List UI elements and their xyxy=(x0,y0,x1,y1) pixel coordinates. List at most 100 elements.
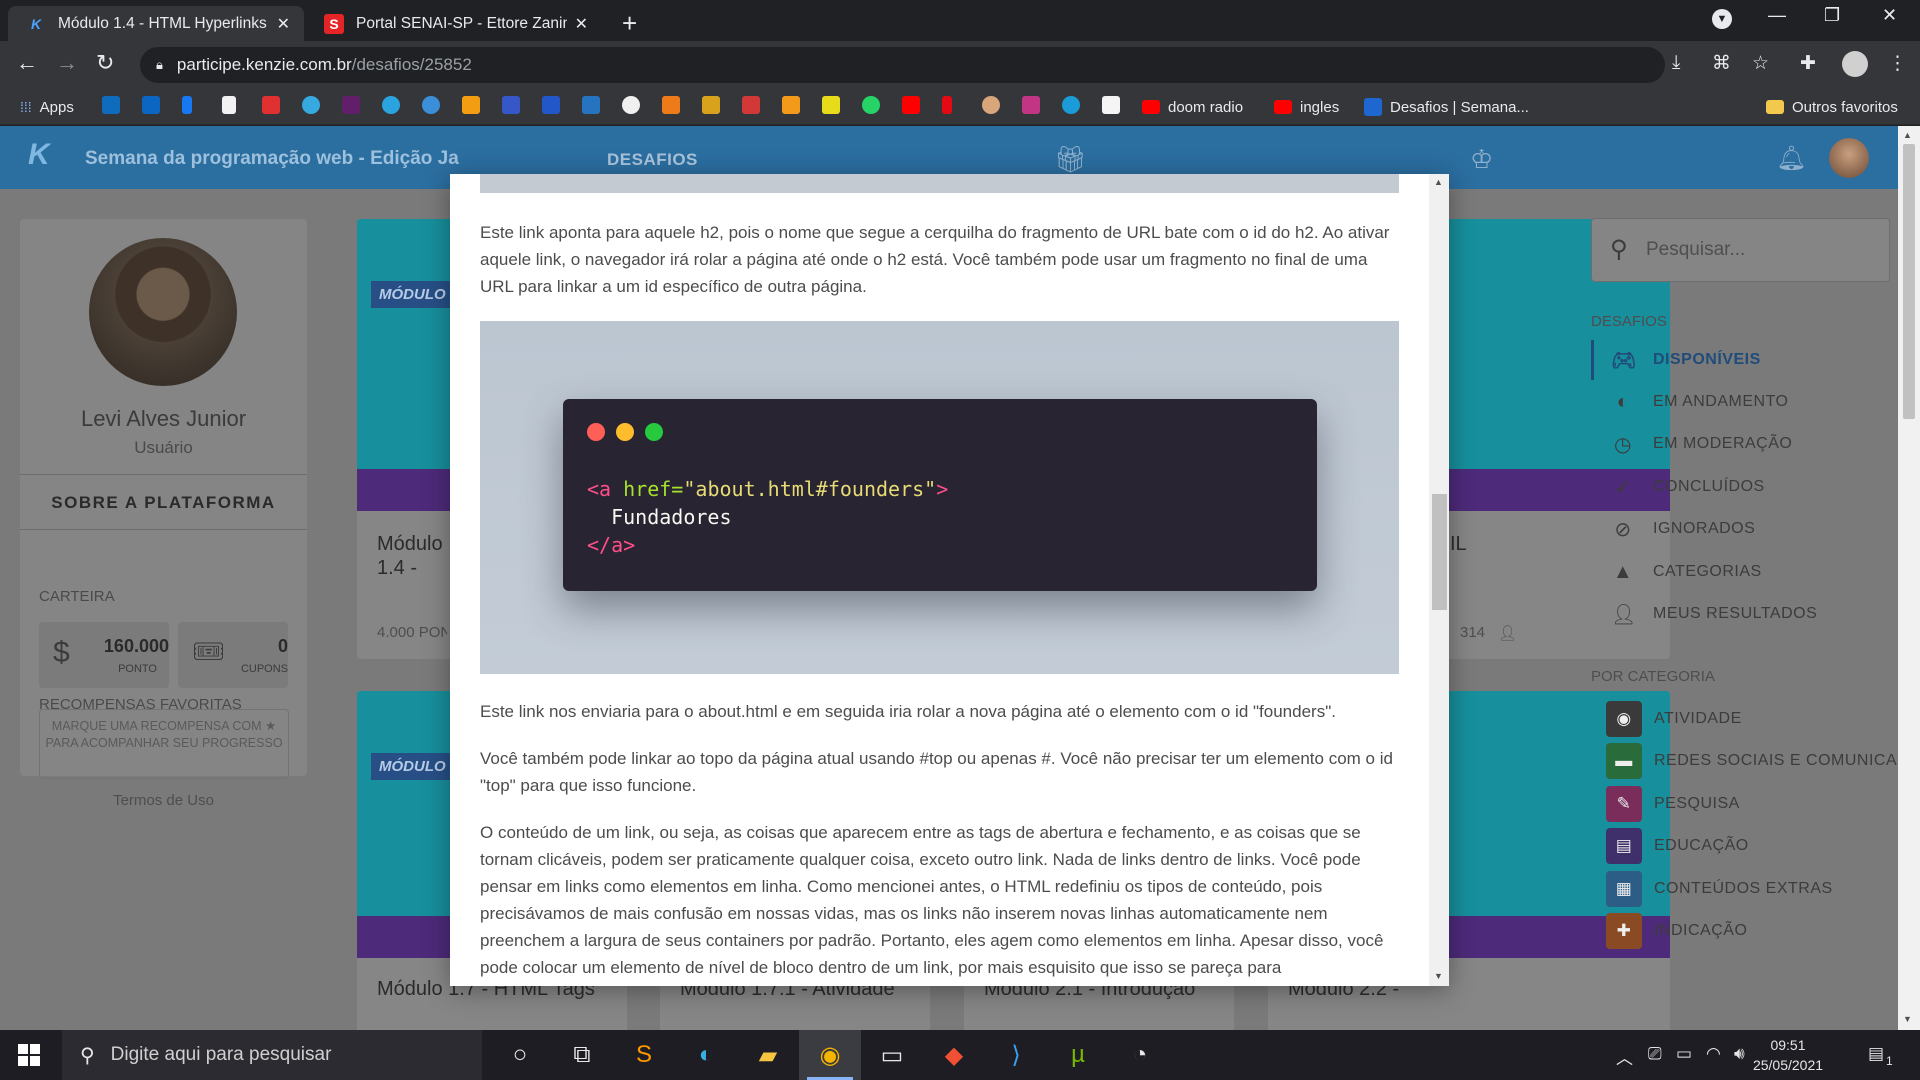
nav-desafios[interactable]: DESAFIOS xyxy=(607,150,698,170)
edge-icon[interactable]: ◐ xyxy=(675,1030,737,1080)
plus-b-icon[interactable] xyxy=(782,96,800,114)
clock-app-icon[interactable]: ◔ xyxy=(1109,1030,1171,1080)
filter-meus-resultados[interactable]: 👤︎ MEUS RESULTADOS xyxy=(1611,599,1817,629)
sublime-text-icon[interactable]: S xyxy=(613,1030,675,1080)
youtube-icon[interactable] xyxy=(902,96,920,114)
wifi-icon[interactable]: ◠ xyxy=(1706,1044,1721,1064)
extensions-icon[interactable]: ✚ xyxy=(1800,52,1816,75)
git-icon[interactable]: ◆ xyxy=(923,1030,985,1080)
battery-icon[interactable]: ▭ xyxy=(1676,1044,1692,1064)
mf-icon[interactable] xyxy=(1102,96,1120,114)
gift-icon[interactable]: 🎁︎ xyxy=(1054,144,1087,175)
bookmark-apps[interactable]: ⁞⁞⁞ Apps xyxy=(20,96,74,118)
close-window-icon[interactable]: ✕ xyxy=(1882,5,1897,26)
facebook-icon[interactable] xyxy=(182,96,192,114)
category-pesquisa[interactable]: ✎ PESQUISA xyxy=(1606,786,1740,822)
orange-target-icon[interactable] xyxy=(462,96,480,114)
scroll-up-icon[interactable]: ▲ xyxy=(1903,130,1912,140)
bookmark-desafios[interactable]: Desafios | Semana... xyxy=(1364,96,1529,118)
instagram-icon[interactable] xyxy=(1022,96,1040,114)
profile-avatar-icon[interactable] xyxy=(1842,51,1868,77)
filter-concluidos[interactable]: ✓ CONCLUÍDOS xyxy=(1611,472,1765,502)
github-icon[interactable] xyxy=(622,96,640,114)
taskbar-search[interactable]: ⚲ Digite aqui para pesquisar xyxy=(62,1030,482,1080)
tray-network-adapter-icon[interactable]: ⎚ xyxy=(1648,1044,1662,1064)
page-scrollbar[interactable]: ▲ ▼ xyxy=(1898,126,1920,1030)
address-bar[interactable]: 🔒︎ participe.kenzie.com.br /desafios/258… xyxy=(140,47,1665,83)
close-tab-icon[interactable]: ✕ xyxy=(575,14,588,34)
terminal-icon[interactable]: ▭ xyxy=(861,1030,923,1080)
file-explorer-icon[interactable]: ▰ xyxy=(737,1030,799,1080)
filter-categorias[interactable]: ▲ CATEGORIAS xyxy=(1611,557,1762,587)
back-icon[interactable]: ← xyxy=(16,50,38,76)
linkedin-icon[interactable] xyxy=(142,96,160,114)
category-indicacao[interactable]: ✚ INDICAÇÃO xyxy=(1606,913,1747,949)
modal-scrollbar-thumb[interactable] xyxy=(1432,494,1447,610)
telegram-icon[interactable] xyxy=(382,96,400,114)
bell-icon[interactable]: 🔔︎ xyxy=(1776,144,1806,173)
filter-em-andamento[interactable]: ◐ EM ANDAMENTO xyxy=(1611,387,1789,417)
install-icon[interactable]: ⤓ xyxy=(1672,52,1680,74)
paint-roller-icon[interactable] xyxy=(222,96,236,114)
tab-modulo-hyperlinks[interactable]: K Módulo 1.4 - HTML Hyperlinks | S ✕ xyxy=(8,6,304,41)
bookmark-ingles[interactable]: ingles xyxy=(1274,96,1339,118)
maximize-icon[interactable]: ❐ xyxy=(1824,5,1840,26)
close-tab-icon[interactable]: ✕ xyxy=(277,14,290,34)
tray-chevron-icon[interactable]: ︿ xyxy=(1616,1044,1633,1069)
chrome-icon[interactable]: ◉ xyxy=(799,1030,861,1080)
tower-icon[interactable] xyxy=(702,96,720,114)
filter-em-moderacao[interactable]: ◷ EM MODERAÇÃO xyxy=(1611,429,1792,459)
search-tool-icon[interactable] xyxy=(422,96,440,114)
red-u-icon[interactable] xyxy=(742,96,760,114)
translate-icon[interactable]: ⌘ xyxy=(1712,52,1731,75)
play-icon[interactable] xyxy=(1062,96,1080,114)
new-tab-icon[interactable]: + xyxy=(622,8,637,39)
trophy-icon[interactable]: ♔ xyxy=(1470,144,1493,175)
cortana-icon[interactable]: ○ xyxy=(489,1030,551,1080)
filter-disponiveis[interactable]: 🎮︎ DISPONÍVEIS xyxy=(1611,345,1761,375)
scroll-up-icon[interactable]: ▲ xyxy=(1434,177,1443,187)
system-clock[interactable]: 09:51 25/05/2021 xyxy=(1745,1035,1831,1075)
bookmark-star-icon[interactable]: ☆ xyxy=(1752,52,1769,75)
volume-icon[interactable]: 🔊︎ xyxy=(1734,1044,1745,1064)
bookmark-outros-favoritos[interactable]: Outros favoritos xyxy=(1766,96,1898,118)
intellij-icon[interactable] xyxy=(542,96,560,114)
snowflake-icon[interactable] xyxy=(302,96,320,114)
bookmark-doom-radio[interactable]: doom radio xyxy=(1142,96,1243,118)
category-atividade[interactable]: ◉ ATIVIDADE xyxy=(1606,701,1742,737)
windows-start-icon[interactable] xyxy=(18,1044,40,1066)
modal-scrollbar[interactable]: ▲ ▼ xyxy=(1429,174,1449,986)
blue-app-icon[interactable] xyxy=(502,96,520,114)
category-educacao[interactable]: ▤ EDUCAÇÃO xyxy=(1606,828,1749,864)
user-avatar[interactable] xyxy=(1829,138,1869,178)
utorrent-icon[interactable]: µ xyxy=(1047,1030,1109,1080)
forward-icon[interactable]: → xyxy=(56,50,78,76)
scroll-down-icon[interactable]: ▼ xyxy=(1434,971,1443,981)
outlook-icon[interactable] xyxy=(102,96,120,114)
filter-ignorados[interactable]: ⊘ IGNORADOS xyxy=(1611,514,1755,544)
vscode-icon[interactable]: ⟩ xyxy=(985,1030,1047,1080)
search-input[interactable] xyxy=(1646,233,1876,267)
terms-link[interactable]: Termos de Uso xyxy=(20,792,307,809)
category-conteudos-extras[interactable]: ▦ CONTEÚDOS EXTRAS xyxy=(1606,871,1833,907)
orange-grid-icon[interactable] xyxy=(662,96,680,114)
scrollbar-thumb[interactable] xyxy=(1903,144,1915,419)
about-platform-button[interactable]: SOBRE A PLATAFORMA xyxy=(20,474,307,530)
scroll-down-icon[interactable]: ▼ xyxy=(1903,1014,1912,1024)
blue-b-icon[interactable] xyxy=(582,96,600,114)
red-square-icon[interactable] xyxy=(262,96,280,114)
face-icon[interactable] xyxy=(982,96,1000,114)
netflix-icon[interactable] xyxy=(942,96,952,114)
whatsapp-icon[interactable] xyxy=(862,96,880,114)
reload-icon[interactable]: ↻ xyxy=(96,50,114,76)
minimize-icon[interactable]: — xyxy=(1768,5,1786,26)
slack-icon[interactable] xyxy=(342,96,360,114)
menu-kebab-icon[interactable]: ⋮ xyxy=(1888,52,1907,75)
tab-portal-senai[interactable]: S Portal SENAI-SP - Ettore Zanini - ✕ xyxy=(306,6,602,41)
kenzie-logo-icon[interactable]: K xyxy=(28,138,68,178)
yellow-u-icon[interactable] xyxy=(822,96,840,114)
notification-center-icon[interactable]: ▤ xyxy=(1868,1044,1884,1064)
task-view-icon[interactable]: ⧉ xyxy=(551,1030,613,1080)
tab-search-icon[interactable]: ▼ xyxy=(1712,9,1732,29)
category-redes-sociais[interactable]: ▬ REDES SOCIAIS E COMUNICAÇ xyxy=(1606,743,1898,779)
